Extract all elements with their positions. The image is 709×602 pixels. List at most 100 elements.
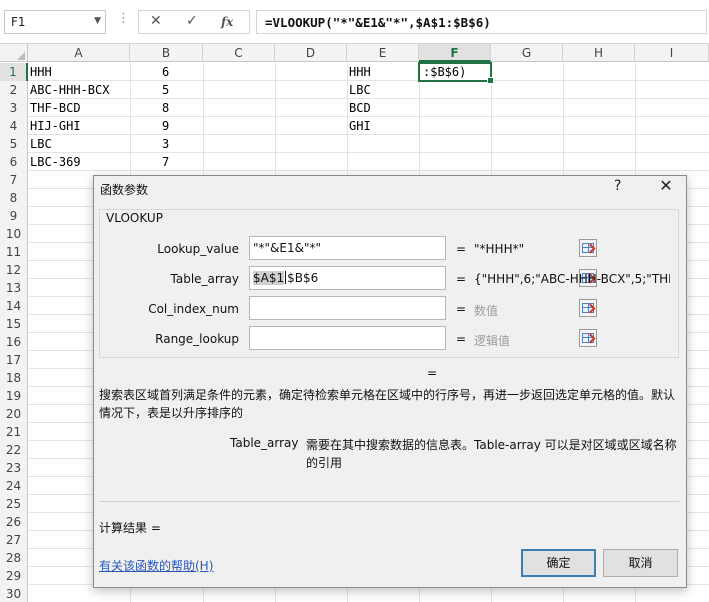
row-header[interactable]: 7 (0, 171, 28, 189)
arg-label-lookup-value: Lookup_value (157, 242, 239, 256)
column-header-a[interactable]: A (28, 44, 130, 62)
lookup-value-input[interactable]: "*"&E1&"*" (249, 236, 597, 260)
arg-label-range-lookup: Range_lookup (155, 332, 239, 346)
column-header-e[interactable]: E (347, 44, 419, 62)
arg-equals: = (456, 242, 467, 256)
cell-a2[interactable]: ABC-HHH-BCX (28, 81, 109, 99)
cell-b1[interactable]: 6 (160, 63, 169, 81)
cell-e2[interactable]: LBC (347, 81, 371, 99)
cell-b4[interactable]: 9 (160, 117, 169, 135)
dialog-title: 函数参数 (100, 183, 149, 197)
row-header[interactable]: 27 (0, 531, 28, 549)
name-box[interactable]: F1 ▼ (4, 10, 106, 34)
row-header[interactable]: 24 (0, 477, 28, 495)
active-cell-border (418, 62, 494, 84)
table-row: 3 THF-BCD 8 BCD (0, 99, 709, 117)
cell-b2[interactable]: 5 (160, 81, 169, 99)
help-icon[interactable]: ? (614, 178, 621, 194)
row-header[interactable]: 1 (0, 63, 28, 81)
divider (99, 501, 679, 502)
col-index-num-input[interactable] (249, 296, 597, 320)
row-header[interactable]: 6 (0, 153, 28, 171)
cell-a4[interactable]: HIJ-GHI (28, 117, 81, 135)
row-header[interactable]: 23 (0, 459, 28, 477)
row-header[interactable]: 20 (0, 405, 28, 423)
row-header[interactable]: 16 (0, 333, 28, 351)
cell-e3[interactable]: BCD (347, 99, 371, 117)
row-header[interactable]: 19 (0, 387, 28, 405)
cell-b3[interactable]: 8 (160, 99, 169, 117)
formula-result-equals: = (427, 366, 438, 380)
formula-text: =VLOOKUP("*"&E1&"*",$A$1:$B$6) (265, 15, 491, 30)
table-row: 1 HHH 6 HHH :$B$6) (0, 63, 709, 81)
table-array-rest-text: $B$6 (287, 271, 319, 285)
table-row: 5 LBC 3 (0, 135, 709, 153)
function-name: VLOOKUP (104, 211, 165, 225)
cell-a5[interactable]: LBC (28, 135, 52, 153)
param-description: 需要在其中搜索数据的信息表。Table-array 可以是对区域或区域名称的引用 (306, 438, 677, 470)
col-index-num-hint: 数值 (474, 304, 499, 318)
range-lookup-input[interactable] (249, 326, 597, 350)
row-header[interactable]: 28 (0, 549, 28, 567)
column-header-h[interactable]: H (563, 44, 635, 62)
cell-b5[interactable]: 3 (160, 135, 169, 153)
column-header-b[interactable]: B (130, 44, 203, 62)
row-header[interactable]: 8 (0, 189, 28, 207)
row-header[interactable]: 15 (0, 315, 28, 333)
row-header[interactable]: 10 (0, 225, 28, 243)
cell-e4[interactable]: GHI (347, 117, 371, 135)
lookup-value-text: "*"&E1&"*" (253, 241, 322, 255)
formula-input[interactable]: =VLOOKUP("*"&E1&"*",$A$1:$B$6) (256, 10, 707, 34)
arg-equals: = (456, 332, 467, 346)
ok-button[interactable]: 确定 (521, 549, 596, 577)
row-header[interactable]: 17 (0, 351, 28, 369)
cell-a6[interactable]: LBC-369 (28, 153, 81, 171)
row-header[interactable]: 5 (0, 135, 28, 153)
cell-a1[interactable]: HHH (28, 63, 52, 81)
column-header-c[interactable]: C (203, 44, 275, 62)
row-header[interactable]: 29 (0, 567, 28, 585)
fx-icon[interactable]: fx (221, 15, 233, 29)
select-all-corner[interactable] (0, 44, 28, 62)
row-header[interactable]: 3 (0, 99, 28, 117)
table-array-input[interactable]: $A$1 $B$6 (249, 266, 597, 290)
arg-label-table-array: Table_array (170, 272, 240, 286)
row-header[interactable]: 26 (0, 513, 28, 531)
table-row: 4 HIJ-GHI 9 GHI (0, 117, 709, 135)
close-icon[interactable]: ✕ (656, 176, 676, 195)
column-header-d[interactable]: D (275, 44, 347, 62)
enter-icon[interactable]: ✓ (186, 13, 198, 29)
table-array-result: {"HHH",6;"ABC-HHH-BCX",5;"THF-E (474, 272, 670, 286)
function-help-link[interactable]: 有关该函数的帮助(H) (99, 557, 213, 574)
cancel-button[interactable]: 取消 (603, 549, 678, 577)
row-header[interactable]: 4 (0, 117, 28, 135)
arg-equals: = (456, 272, 467, 286)
row-header[interactable]: 22 (0, 441, 28, 459)
column-header-g[interactable]: G (491, 44, 563, 62)
cell-b6[interactable]: 7 (160, 153, 169, 171)
arg-label-col-index-num: Col_index_num (148, 302, 239, 316)
row-header[interactable]: 11 (0, 243, 28, 261)
calculation-result: 计算结果 = (99, 521, 161, 535)
row-header[interactable]: 18 (0, 369, 28, 387)
column-header-f[interactable]: F (419, 44, 491, 62)
row-header[interactable]: 21 (0, 423, 28, 441)
row-header[interactable]: 25 (0, 495, 28, 513)
table-array-text: $A$1 $B$6 (253, 271, 318, 285)
cell-a3[interactable]: THF-BCD (28, 99, 81, 117)
row-header[interactable]: 2 (0, 81, 28, 99)
cell-e1[interactable]: HHH (347, 63, 371, 81)
row-header[interactable]: 9 (0, 207, 28, 225)
lookup-value-result: "*HHH*" (474, 242, 525, 256)
chevron-down-icon[interactable]: ▼ (94, 16, 101, 26)
table-row: 2 ABC-HHH-BCX 5 LBC (0, 81, 709, 99)
row-header[interactable]: 30 (0, 585, 28, 602)
row-header[interactable]: 12 (0, 261, 28, 279)
row-header[interactable]: 13 (0, 279, 28, 297)
grip-dots-icon: ⋮ (117, 11, 130, 26)
arg-equals: = (456, 302, 467, 316)
column-header-i[interactable]: I (635, 44, 709, 62)
row-header[interactable]: 14 (0, 297, 28, 315)
cancel-icon[interactable]: ✕ (150, 13, 162, 29)
formula-buttons: ✕ ✓ fx (138, 10, 250, 34)
